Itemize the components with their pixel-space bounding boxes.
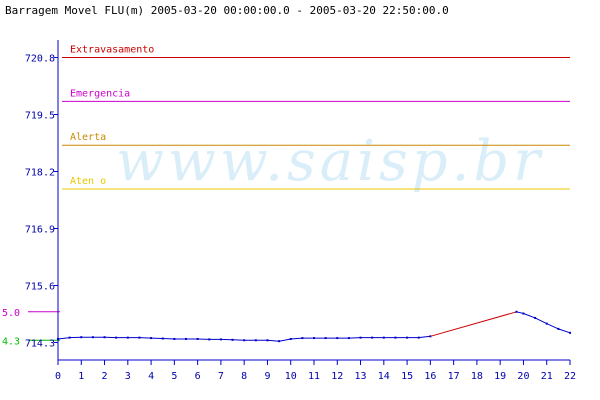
threshold-label: Aten o [70, 176, 106, 187]
x-tick-label: 14 [378, 371, 390, 382]
data-point [278, 340, 281, 343]
x-tick-label: 6 [195, 371, 201, 382]
data-point [196, 337, 199, 340]
x-tick-label: 13 [355, 371, 367, 382]
y-tick-label: 715.6 [25, 281, 55, 292]
data-point [150, 337, 153, 340]
data-point [266, 339, 269, 342]
x-tick-label: 22 [564, 371, 576, 382]
data-point [103, 336, 106, 339]
data-point [406, 336, 409, 339]
x-tick-label: 20 [517, 371, 529, 382]
x-tick-label: 16 [424, 371, 436, 382]
x-tick-label: 9 [264, 371, 270, 382]
data-point [534, 316, 537, 319]
data-point [219, 338, 222, 341]
side-marker-label: 4.3 [2, 336, 20, 347]
x-tick-label: 5 [171, 371, 177, 382]
x-tick-label: 2 [102, 371, 108, 382]
y-tick-label: 716.9 [25, 224, 55, 235]
y-tick-label: 720.8 [25, 54, 55, 65]
x-tick-label: 19 [494, 371, 506, 382]
side-marker-label: 5.0 [2, 308, 20, 319]
x-tick-label: 11 [308, 371, 320, 382]
data-point [394, 336, 397, 339]
data-point [417, 336, 420, 339]
x-tick-label: 0 [55, 371, 61, 382]
data-point [347, 337, 350, 340]
x-tick-label: 1 [78, 371, 84, 382]
x-tick-label: 12 [331, 371, 343, 382]
data-point [301, 337, 304, 340]
x-tick-label: 7 [218, 371, 224, 382]
data-point [91, 336, 94, 339]
x-tick-label: 18 [471, 371, 483, 382]
data-point [80, 336, 83, 339]
x-tick-label: 4 [148, 371, 154, 382]
data-point [208, 338, 211, 341]
x-tick-label: 15 [401, 371, 413, 382]
data-point [243, 339, 246, 342]
data-point [289, 337, 292, 340]
data-point [359, 336, 362, 339]
data-point [371, 336, 374, 339]
y-tick-label: 714.3 [25, 338, 55, 349]
data-point [382, 336, 385, 339]
data-point [569, 331, 571, 334]
x-tick-label: 17 [448, 371, 460, 382]
series-layer [57, 310, 571, 343]
data-point [231, 338, 234, 341]
threshold-lines: Extravasamento Emergencia Alerta Aten o 5.0 4… [2, 45, 570, 347]
data-point [68, 336, 71, 339]
data-point [185, 337, 187, 340]
series-line [516, 311, 571, 334]
data-point [515, 310, 518, 313]
threshold-label: Extravasamento [70, 45, 154, 56]
y-tick-label: 718.2 [25, 168, 55, 179]
data-point [254, 339, 257, 342]
x-tick-label: 10 [285, 371, 297, 382]
chart-title: Barragem Movel FLU(m) 2005-03-20 00:00:0… [5, 4, 449, 17]
data-point [324, 337, 327, 340]
watermark: www.saisp.br [116, 129, 544, 194]
data-point [522, 312, 525, 315]
data-point [557, 327, 560, 330]
chart-canvas: Barragem Movel FLU(m) 2005-03-20 00:00:0… [2, 4, 576, 382]
x-tick-label: 3 [125, 371, 131, 382]
data-point [115, 336, 118, 339]
chart: Barragem Movel FLU(m) 2005-03-20 00:00:0… [0, 0, 600, 400]
data-point [173, 337, 176, 340]
data-point [545, 322, 548, 325]
data-point [57, 337, 59, 340]
threshold-label: Alerta [70, 132, 106, 143]
y-tick-label: 719.5 [25, 111, 55, 122]
data-point [126, 336, 129, 339]
data-point [313, 337, 315, 340]
threshold-label: Emergencia [70, 88, 130, 99]
series-line [430, 311, 517, 337]
data-point [138, 336, 141, 339]
data-point [161, 337, 164, 340]
x-tick-label: 8 [241, 371, 247, 382]
data-point [336, 337, 339, 340]
x-tick-label: 21 [541, 371, 553, 382]
